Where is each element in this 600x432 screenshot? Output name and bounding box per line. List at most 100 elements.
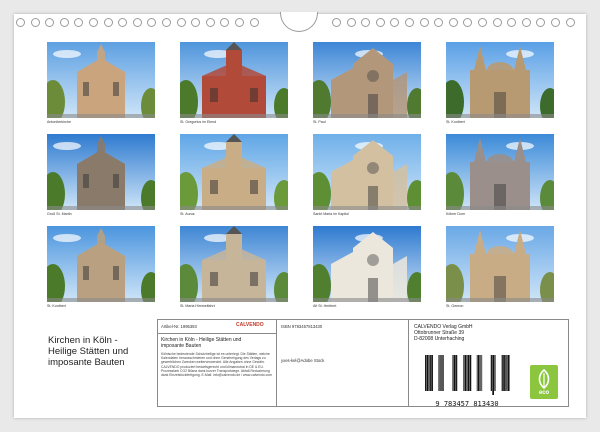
church-photo-art xyxy=(180,226,288,302)
church-photo-art xyxy=(313,226,421,302)
barcode-bar xyxy=(456,355,458,391)
calvendo-logo: CALVENDO xyxy=(236,322,264,331)
barcode-bar xyxy=(425,355,427,391)
binding-hole xyxy=(103,18,113,27)
barcode-bar xyxy=(466,355,468,391)
binding-hole xyxy=(550,18,560,27)
binding-hole xyxy=(361,18,371,27)
binding-hole xyxy=(477,18,487,27)
binding-hole xyxy=(59,18,69,27)
church-photo xyxy=(446,226,554,302)
church-photo xyxy=(47,134,155,210)
barcode-bar xyxy=(442,355,443,391)
eco-badge: eco xyxy=(530,365,558,399)
church-photo xyxy=(180,134,288,210)
barcode-bar xyxy=(503,355,505,391)
barcode-bar xyxy=(426,355,429,391)
binding-holes-left xyxy=(16,18,259,27)
info-divider-2 xyxy=(408,320,409,406)
binding-hole xyxy=(332,18,341,27)
church-photo-art xyxy=(180,134,288,210)
church-photo-art xyxy=(180,42,288,118)
barcode-bar xyxy=(438,355,440,391)
barcode-bar xyxy=(464,355,467,391)
church-photo-art xyxy=(446,134,554,210)
barcode-bar xyxy=(507,355,510,391)
photo-caption: Kölner Dom xyxy=(446,212,465,216)
binding-hole xyxy=(45,18,55,27)
church-photo-art xyxy=(47,226,155,302)
barcode-bar xyxy=(480,355,482,391)
info-divider-1 xyxy=(276,320,277,406)
isbn: ISBN 9783457813430 xyxy=(281,324,323,329)
barcode-bar xyxy=(428,355,430,391)
product-title-line-2: imposante Bauten xyxy=(161,343,202,349)
barcode-bar xyxy=(476,355,478,391)
barcode-bar xyxy=(454,355,456,391)
church-photo xyxy=(313,134,421,210)
binding-hole xyxy=(565,18,575,27)
binding-hole xyxy=(74,18,84,27)
binding-hole xyxy=(147,18,157,27)
barcode-digits: 9 783457 813430 xyxy=(435,400,499,408)
binding-holes-right xyxy=(332,18,575,27)
church-photo-art xyxy=(47,134,155,210)
barcode-bar xyxy=(443,355,444,391)
barcode-bar xyxy=(431,355,433,391)
barcode-bar xyxy=(492,355,494,395)
photo-caption: Groß St. Martin xyxy=(47,212,72,216)
barcode-bar xyxy=(463,355,465,391)
calendar-back-page: Antoniterkirche St. Gregorius im Elend S… xyxy=(14,12,586,418)
info-divider-row xyxy=(158,333,276,334)
binding-hole xyxy=(30,18,40,27)
binding-hole xyxy=(507,18,517,27)
church-photo xyxy=(180,226,288,302)
church-photo-art xyxy=(47,42,155,118)
binding-hole xyxy=(132,18,142,27)
binding-hole xyxy=(492,18,502,27)
barcode-bar xyxy=(439,355,441,391)
binding-hole xyxy=(191,18,201,27)
title-line-1: Kirchen in Köln - xyxy=(48,335,118,346)
binding-hole xyxy=(434,18,444,27)
binding-hole xyxy=(176,18,186,27)
barcode-bar xyxy=(429,355,431,391)
binding-hole xyxy=(118,18,128,27)
church-photo-art xyxy=(313,42,421,118)
barcode-bar xyxy=(490,355,492,391)
church-photo xyxy=(47,42,155,118)
publisher-address: CALVENDO Verlag GmbH Ottobrunner Straße … xyxy=(414,324,473,342)
product-info-box: Artikel-Nr. 1995393 CALVENDO Kirchen in … xyxy=(157,319,569,408)
barcode-bar xyxy=(506,355,508,391)
hanger-cutout xyxy=(280,12,318,32)
barcode-bar xyxy=(481,355,483,391)
binding-hole xyxy=(220,18,230,27)
church-photo xyxy=(313,42,421,118)
binding-hole xyxy=(88,18,98,27)
barcode-bar xyxy=(505,355,506,391)
church-photo xyxy=(446,134,554,210)
photo-caption: St. Maria Himmelfahrt xyxy=(180,304,215,308)
barcode-bar xyxy=(501,355,503,391)
title-line-3: imposante Bauten xyxy=(48,357,125,368)
barcode-bar xyxy=(452,355,454,391)
title-line-2: Heilige Stätten und xyxy=(48,346,129,357)
photo-caption: Sankt Maria im Kapitol xyxy=(313,212,349,216)
photo-caption: Alt St. Heribert xyxy=(313,304,337,308)
binding-hole xyxy=(234,18,244,27)
calendar-title: Kirchen in Köln - Heilige Stätten und im… xyxy=(48,335,160,368)
barcode-bar xyxy=(469,355,472,391)
barcode-bar xyxy=(479,355,481,391)
photo-caption: St. Aurus xyxy=(180,212,195,216)
binding-hole xyxy=(521,18,531,27)
church-photo xyxy=(47,226,155,302)
barcode-bar xyxy=(494,355,496,391)
church-photo xyxy=(180,42,288,118)
photo-caption: St. Kunibert xyxy=(47,304,66,308)
photo-caption: St. Gereon xyxy=(446,304,464,308)
photo-caption: St. Gregorius im Elend xyxy=(180,120,217,124)
article-number: Artikel-Nr. 1995393 xyxy=(161,324,197,329)
binding-hole xyxy=(419,18,429,27)
ean-barcode: 9 783457 813430 xyxy=(420,355,514,408)
church-photo xyxy=(446,42,554,118)
